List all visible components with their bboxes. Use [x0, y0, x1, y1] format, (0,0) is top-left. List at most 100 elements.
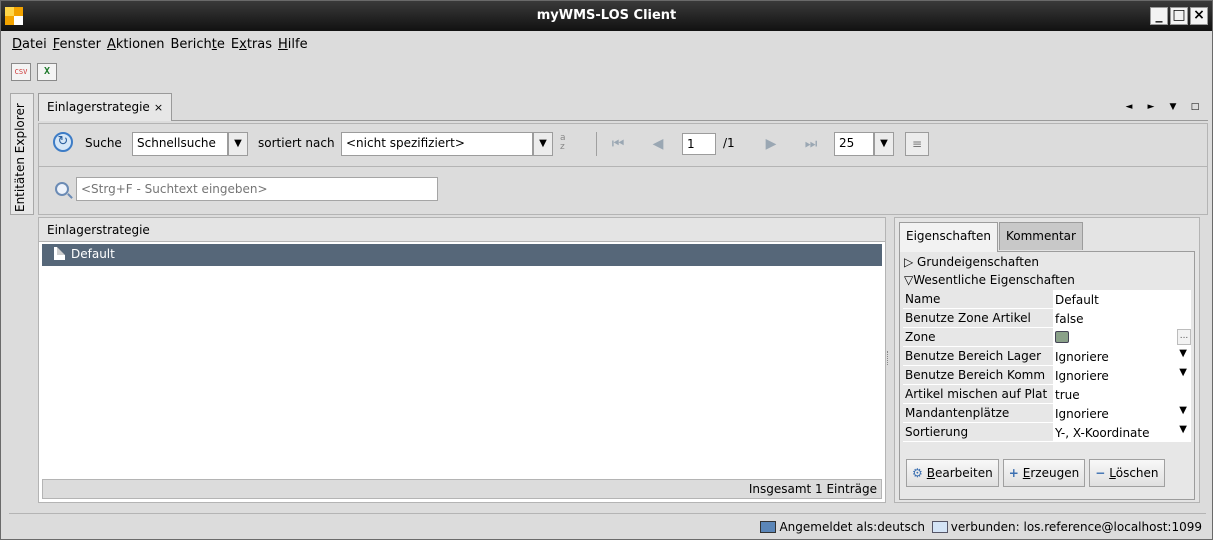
menu-datei[interactable]: Datei: [9, 34, 50, 56]
menu-hilfe-label: ilfe: [287, 37, 308, 52]
search-mode-select[interactable]: Schnellsuche: [132, 132, 228, 156]
search-mode-dropdown-icon[interactable]: ▼: [228, 132, 248, 156]
search-toolbar: ↻ Suche Schnellsuche ▼ sortiert nach <ni…: [38, 123, 1208, 167]
zone-browse-button[interactable]: ...: [1177, 329, 1191, 345]
chevron-down-icon[interactable]: ▼: [1179, 348, 1187, 359]
previous-page-icon[interactable]: ◀: [646, 132, 670, 156]
chevron-down-icon[interactable]: ▼: [1179, 405, 1187, 416]
section-grundeigenschaften[interactable]: ▷ Grundeigenschaften: [904, 255, 1039, 269]
document-tabs: Einlagerstrategie × ◄ ► ▼ □: [38, 93, 1208, 121]
quick-search-bar: [38, 167, 1208, 215]
property-value-sorting[interactable]: Y-, X-Koordinate ▼: [1053, 423, 1191, 441]
toolbar-separator: [596, 132, 597, 156]
list-column-header[interactable]: Einlagerstrategie: [39, 218, 885, 242]
tab-eigenschaften[interactable]: Eigenschaften: [899, 222, 999, 252]
property-row: Name Default: [903, 290, 1191, 309]
property-row: Benutze Zone Artikel false: [903, 309, 1191, 328]
sort-select[interactable]: <nicht spezifiziert>: [341, 132, 533, 156]
refresh-icon[interactable]: ↻: [53, 132, 73, 152]
property-value: false: [1055, 312, 1084, 326]
property-actions: ⚙ Bearbeiten + Erzeugen − Löschen: [906, 459, 1165, 487]
property-row: Sortierung Y-, X-Koordinate ▼: [903, 423, 1191, 442]
menu-datei-label: atei: [22, 37, 47, 52]
last-page-icon[interactable]: ⏭: [799, 132, 823, 156]
property-name: Mandantenplätze: [903, 404, 1053, 422]
delete-button[interactable]: − Löschen: [1089, 459, 1165, 487]
chevron-down-icon[interactable]: ▼: [1179, 424, 1187, 435]
entity-explorer-label: Entitäten Explorer: [13, 103, 27, 212]
list-item[interactable]: Default: [42, 244, 882, 266]
page-size-dropdown-icon[interactable]: ▼: [874, 132, 894, 156]
tab-scroll-right-icon[interactable]: ►: [1144, 100, 1158, 114]
menu-extras-label: tras: [246, 37, 272, 52]
edit-mnemonic: B: [926, 466, 935, 480]
result-list: Einlagerstrategie Default Insgesamt 1 Ei…: [38, 217, 886, 503]
property-value-use-zone[interactable]: false: [1053, 309, 1191, 327]
property-name: Benutze Bereich Komm: [903, 366, 1053, 384]
tab-label: Einlagerstrategie: [47, 100, 150, 114]
menu-berichte[interactable]: Berichte: [168, 34, 228, 56]
property-value: true: [1055, 388, 1080, 402]
property-value-area-storage[interactable]: Ignoriere ▼: [1053, 347, 1191, 365]
menu-extras[interactable]: Extras: [228, 34, 275, 56]
property-value-client-places[interactable]: Ignoriere ▼: [1053, 404, 1191, 422]
edit-label: earbeiten: [935, 466, 993, 480]
page-input[interactable]: 1: [682, 133, 716, 155]
network-icon: [931, 521, 948, 533]
property-row: Benutze Bereich Komm Ignoriere ▼: [903, 366, 1191, 385]
property-value: Ignoriere: [1055, 369, 1109, 383]
menu-hilfe[interactable]: Hilfe: [275, 34, 311, 56]
tab-scroll-left-icon[interactable]: ◄: [1122, 100, 1136, 114]
split-pane-divider[interactable]: [887, 351, 891, 365]
list-item-label: Default: [71, 247, 115, 261]
excel-export-icon[interactable]: X: [37, 63, 57, 81]
csv-export-icon[interactable]: CSV: [11, 63, 31, 81]
window-controls: _ □ ×: [1150, 7, 1208, 25]
menu-fenster[interactable]: Fenster: [50, 34, 104, 56]
menu-aktionen-mnemonic: A: [106, 37, 116, 52]
menu-extras-mnemonic: x: [239, 37, 247, 52]
search-label: Suche: [85, 136, 122, 150]
properties-tab-body: ▷ Grundeigenschaften ▽Wesentliche Eigens…: [899, 251, 1195, 500]
sort-dropdown-icon[interactable]: ▼: [533, 132, 553, 156]
page-total: /1: [723, 136, 735, 150]
search-icon: [55, 182, 69, 196]
property-name: Benutze Zone Artikel: [903, 309, 1053, 327]
page-size-select[interactable]: 25: [834, 132, 874, 156]
tab-kommentar[interactable]: Kommentar: [999, 222, 1083, 250]
property-value-mix-items[interactable]: true: [1053, 385, 1191, 403]
title-bar[interactable]: myWMS-LOS Client _ □ ×: [1, 1, 1212, 31]
tab-einlagerstrategie[interactable]: Einlagerstrategie ×: [38, 93, 173, 121]
quick-search-input[interactable]: [76, 177, 438, 201]
minimize-button[interactable]: _: [1150, 7, 1168, 25]
plus-icon: +: [1008, 466, 1019, 480]
property-value-area-picking[interactable]: Ignoriere ▼: [1053, 366, 1191, 384]
maximize-button[interactable]: □: [1170, 7, 1188, 25]
next-page-icon[interactable]: ▶: [759, 132, 783, 156]
status-text: Angemeldet als:deutsch verbunden: los.re…: [760, 520, 1202, 534]
property-name: Artikel mischen auf Plat: [903, 385, 1053, 403]
close-button[interactable]: ×: [1190, 7, 1208, 25]
menu-aktionen-label: ktionen: [115, 37, 165, 52]
window-title: myWMS-LOS Client: [536, 8, 677, 23]
menu-berichte-label: e: [216, 37, 225, 52]
entity-explorer-tab[interactable]: Entitäten Explorer: [10, 93, 34, 215]
detail-view-icon[interactable]: ≡: [905, 132, 929, 156]
property-value-name[interactable]: Default: [1053, 290, 1191, 308]
tab-maximize-icon[interactable]: □: [1188, 100, 1202, 114]
first-page-icon[interactable]: ⏮: [606, 132, 630, 156]
edit-button[interactable]: ⚙ Bearbeiten: [906, 459, 999, 487]
sort-order-icon[interactable]: az: [560, 134, 566, 152]
chevron-down-icon[interactable]: ▼: [1179, 367, 1187, 378]
property-row: Artikel mischen auf Plat true: [903, 385, 1191, 404]
property-name: Benutze Bereich Lager: [903, 347, 1053, 365]
menu-aktionen[interactable]: Aktionen: [104, 34, 168, 56]
property-name: Name: [903, 290, 1053, 308]
minus-icon: −: [1095, 466, 1106, 480]
create-button[interactable]: + Erzeugen: [1002, 459, 1086, 487]
tab-close-icon[interactable]: ×: [154, 101, 163, 114]
section-wesentliche-eigenschaften[interactable]: ▽Wesentliche Eigenschaften: [904, 273, 1075, 287]
delete-label: öschen: [1115, 466, 1159, 480]
tab-list-icon[interactable]: ▼: [1166, 100, 1180, 114]
property-value-zone[interactable]: ...: [1053, 328, 1191, 346]
